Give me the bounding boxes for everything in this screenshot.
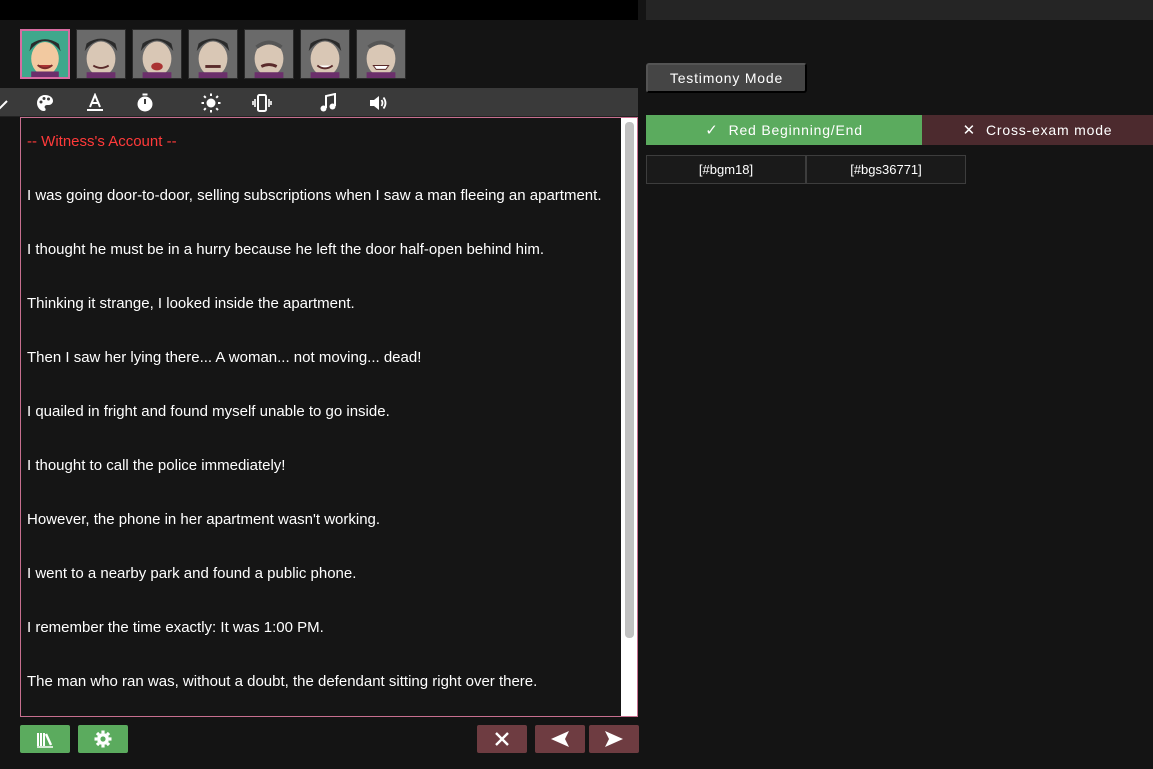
testimony-title: -- Witness's Account -- bbox=[27, 133, 177, 150]
top-left-bar bbox=[0, 0, 638, 20]
next-button[interactable] bbox=[589, 725, 639, 753]
portrait-1[interactable] bbox=[20, 29, 70, 79]
testimony-line: I thought to call the police immediately… bbox=[27, 457, 286, 474]
portrait-7[interactable] bbox=[356, 29, 406, 79]
portrait-2[interactable] bbox=[76, 29, 126, 79]
testimony-content: -- Witness's Account -- I was going door… bbox=[21, 118, 637, 694]
testimony-line: I thought he must be in a hurry because … bbox=[27, 241, 545, 258]
gear-icon bbox=[94, 730, 112, 748]
red-beginning-end-label: Red Beginning/End bbox=[728, 122, 863, 138]
testimony-line: I quailed in fright and found myself una… bbox=[27, 403, 390, 420]
delete-button[interactable] bbox=[477, 725, 527, 753]
library-button[interactable] bbox=[20, 725, 70, 753]
volume-icon[interactable] bbox=[367, 92, 389, 114]
testimony-line: Thinking it strange, I looked inside the… bbox=[27, 295, 355, 312]
arrow-left-icon bbox=[551, 731, 569, 747]
close-icon bbox=[495, 732, 509, 746]
red-beginning-end-toggle[interactable]: ✓ Red Beginning/End bbox=[646, 115, 922, 145]
close-icon: ✕ bbox=[962, 122, 976, 139]
testimony-line: I remember the time exactly: It was 1:00… bbox=[27, 619, 324, 636]
brightness-icon[interactable] bbox=[200, 92, 222, 114]
testimony-line: Then I saw her lying there... A woman...… bbox=[27, 349, 422, 366]
previous-button[interactable] bbox=[535, 725, 585, 753]
testimony-mode-button[interactable]: Testimony Mode bbox=[646, 63, 807, 93]
music-icon[interactable] bbox=[317, 92, 339, 114]
portrait-6[interactable] bbox=[300, 29, 350, 79]
bgm-tag[interactable]: [#bgm18] bbox=[646, 155, 806, 184]
timer-icon[interactable] bbox=[134, 92, 156, 114]
checkmark-icon: ✓ bbox=[705, 122, 719, 139]
testimony-line: The man who ran was, without a doubt, th… bbox=[27, 673, 538, 690]
palette-icon[interactable] bbox=[34, 92, 56, 114]
settings-button[interactable] bbox=[78, 725, 128, 753]
arrow-right-icon bbox=[605, 731, 623, 747]
top-right-bar bbox=[646, 0, 1153, 20]
portrait-5[interactable] bbox=[244, 29, 294, 79]
scrollbar-track[interactable] bbox=[621, 118, 637, 716]
editor-toolbar bbox=[0, 88, 638, 117]
testimony-line: I was going door-to-door, selling subscr… bbox=[27, 187, 602, 204]
portrait-strip bbox=[20, 29, 406, 79]
pencil-edge-icon[interactable] bbox=[0, 92, 16, 114]
cross-exam-mode-toggle[interactable]: ✕ Cross-exam mode bbox=[922, 115, 1153, 145]
vibrate-icon[interactable] bbox=[251, 92, 273, 114]
testimony-line: I went to a nearby park and found a publ… bbox=[27, 565, 357, 582]
portrait-3[interactable] bbox=[132, 29, 182, 79]
scrollbar-thumb[interactable] bbox=[625, 122, 634, 638]
bgs-tag[interactable]: [#bgs36771] bbox=[806, 155, 966, 184]
testimony-line: However, the phone in her apartment wasn… bbox=[27, 511, 381, 528]
library-icon bbox=[37, 733, 53, 748]
text-color-icon[interactable] bbox=[84, 92, 106, 114]
cross-exam-mode-label: Cross-exam mode bbox=[986, 122, 1113, 138]
portrait-4[interactable] bbox=[188, 29, 238, 79]
testimony-text-area[interactable]: -- Witness's Account -- I was going door… bbox=[20, 117, 638, 717]
